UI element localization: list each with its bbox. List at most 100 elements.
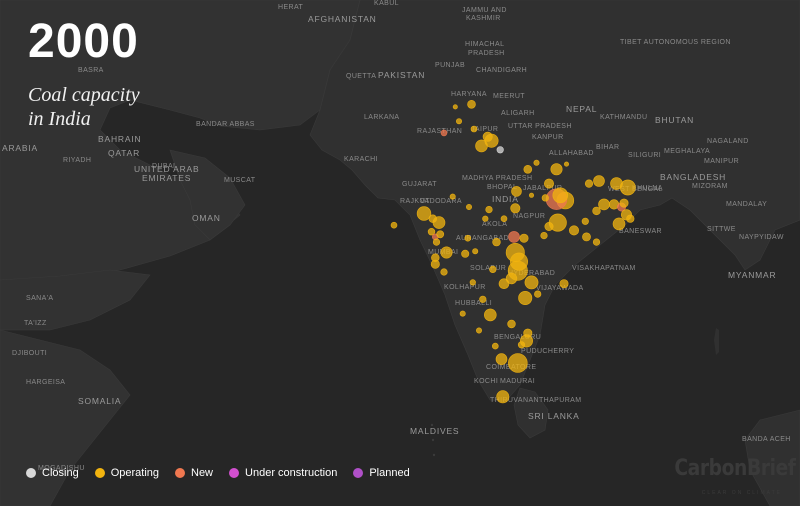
coal-plant-operating[interactable] <box>452 104 458 110</box>
coal-plant-operating[interactable] <box>459 310 466 317</box>
coal-plant-operating[interactable] <box>563 161 569 167</box>
coal-plant-operating[interactable] <box>543 178 554 189</box>
place-label-chandigarh: CHANDIGARH <box>476 67 527 74</box>
coal-plant-operating[interactable] <box>584 179 594 188</box>
place-label-akola: AKOLA <box>482 221 507 228</box>
place-label-arabia: ARABIA <box>2 143 38 153</box>
place-label-riyadh: RIYADH <box>63 157 91 164</box>
place-label-mizoram: MIZORAM <box>692 183 728 190</box>
place-label-dubai: DUBAI <box>152 163 175 170</box>
legend-item-new[interactable]: New <box>175 467 213 479</box>
coal-plant-operating[interactable] <box>511 186 522 197</box>
coal-plant-operating[interactable] <box>619 198 629 208</box>
coal-plant-operating[interactable] <box>440 246 453 259</box>
coal-plant-closing[interactable] <box>496 146 504 154</box>
coal-plant-operating[interactable] <box>507 319 516 329</box>
coal-plant-operating[interactable] <box>475 327 482 334</box>
coal-plant-operating[interactable] <box>465 204 472 211</box>
coal-plant-new[interactable] <box>440 129 448 137</box>
coal-plant-operating[interactable] <box>482 215 489 222</box>
coal-plant-operating[interactable] <box>581 217 589 225</box>
coal-plant-operating[interactable] <box>489 265 497 274</box>
coal-plant-operating[interactable] <box>461 249 470 258</box>
place-label-rajasthan: RAJASTHAN <box>417 128 462 135</box>
map-view[interactable]: AFGHANISTAN PAKISTAN INDIA NEPAL BHUTAN BANGL… <box>0 0 800 506</box>
coal-plant-operating[interactable] <box>432 216 446 229</box>
coal-plant-operating[interactable] <box>619 179 636 196</box>
place-label-nepal: NEPAL <box>566 104 597 114</box>
coal-plant-operating[interactable] <box>592 206 601 216</box>
subtitle-line-1: Coal capacity <box>28 84 140 106</box>
coal-plant-operating[interactable] <box>440 268 448 276</box>
legend-item-under-construction[interactable]: Under construction <box>229 467 337 479</box>
coal-plant-operating[interactable] <box>592 238 601 246</box>
subtitle-line-2: in India <box>28 108 91 130</box>
coal-plant-operating[interactable] <box>626 214 635 223</box>
legend-label-planned: Planned <box>369 467 410 479</box>
place-label-kashmir: KASHMIR <box>466 15 501 22</box>
coal-plant-operating[interactable] <box>492 237 501 247</box>
place-label-madhya-pradesh: MADHYA PRADESH <box>462 175 532 182</box>
coal-plant-operating[interactable] <box>517 341 526 349</box>
coal-plant-operating[interactable] <box>541 194 549 202</box>
coal-plant-operating[interactable] <box>568 225 579 236</box>
coal-plant-operating[interactable] <box>485 206 493 214</box>
coal-plant-operating[interactable] <box>475 139 488 153</box>
coal-plant-operating[interactable] <box>582 232 591 242</box>
place-label-somalia: SOMALIA <box>78 396 121 406</box>
coal-plant-operating[interactable] <box>524 275 539 290</box>
place-label-uttar-pradesh: UTTAR PRADESH <box>508 123 572 130</box>
place-label-emirates: EMIRATES <box>142 173 191 183</box>
coal-plant-operating[interactable] <box>540 232 548 240</box>
coal-plant-operating[interactable] <box>533 159 540 166</box>
legend-item-operating[interactable]: Operating <box>94 467 159 479</box>
place-label-kanpur: KANPUR <box>532 134 564 141</box>
coal-plant-operating[interactable] <box>479 295 487 303</box>
place-label-banda-aceh: BANDA ACEH <box>742 436 791 443</box>
coal-plant-operating[interactable] <box>464 234 472 242</box>
place-label-sana-a: SANA'A <box>26 295 53 302</box>
coal-plant-operating[interactable] <box>496 390 510 404</box>
coal-plant-operating[interactable] <box>612 217 626 231</box>
place-label-myanmar: MYANMAR <box>728 270 776 280</box>
coal-plant-operating[interactable] <box>550 163 563 176</box>
coal-plant-operating[interactable] <box>510 203 521 214</box>
coal-plant-operating[interactable] <box>430 259 440 269</box>
legend-item-planned[interactable]: Planned <box>353 467 410 479</box>
coal-plant-operating[interactable] <box>593 175 605 187</box>
coal-plant-operating[interactable] <box>455 118 462 125</box>
coal-plant-operating[interactable] <box>483 308 497 322</box>
coal-plant-operating[interactable] <box>449 193 456 200</box>
coal-plant-operating[interactable] <box>472 248 479 255</box>
coal-plant-operating[interactable] <box>491 342 499 350</box>
coal-plant-operating[interactable] <box>436 230 445 239</box>
coal-plant-operating[interactable] <box>390 221 398 229</box>
coal-plant-operating[interactable] <box>495 353 508 365</box>
coal-plant-operating[interactable] <box>500 215 508 222</box>
coal-plant-operating[interactable] <box>552 187 569 204</box>
legend: Closing Operating New Under construction… <box>26 467 410 479</box>
legend-dot-under-construction <box>229 468 240 478</box>
coal-plant-operating[interactable] <box>507 353 528 373</box>
coal-plant-new[interactable] <box>508 231 520 243</box>
coal-plant-operating[interactable] <box>519 233 529 243</box>
coal-plant-operating[interactable] <box>498 278 510 290</box>
coal-plant-operating[interactable] <box>523 165 533 174</box>
coal-plant-operating[interactable] <box>469 279 476 286</box>
place-label-kathmandu: KATHMANDU <box>600 114 647 121</box>
coal-plant-operating[interactable] <box>470 125 478 133</box>
coal-plant-operating[interactable] <box>467 100 476 109</box>
legend-item-closing[interactable]: Closing <box>26 467 79 479</box>
coal-plant-operating[interactable] <box>523 328 533 338</box>
coal-plant-operating[interactable] <box>544 222 554 232</box>
brand-logo[interactable]: CarbonBrief CLEAR ON CLIMATE <box>653 456 797 499</box>
place-label-mandalay: MANDALAY <box>726 201 767 208</box>
coal-plant-operating[interactable] <box>598 198 610 211</box>
coal-plant-operating[interactable] <box>534 290 542 298</box>
place-label-nagpur: NAGPUR <box>513 213 545 220</box>
coal-plant-operating[interactable] <box>559 279 569 289</box>
coal-plant-operating[interactable] <box>528 192 534 198</box>
coal-plant-operating[interactable] <box>432 238 441 246</box>
place-label-visakhapatnam: VISAKHAPATNAM <box>572 265 636 272</box>
coal-plant-operating[interactable] <box>518 290 533 305</box>
